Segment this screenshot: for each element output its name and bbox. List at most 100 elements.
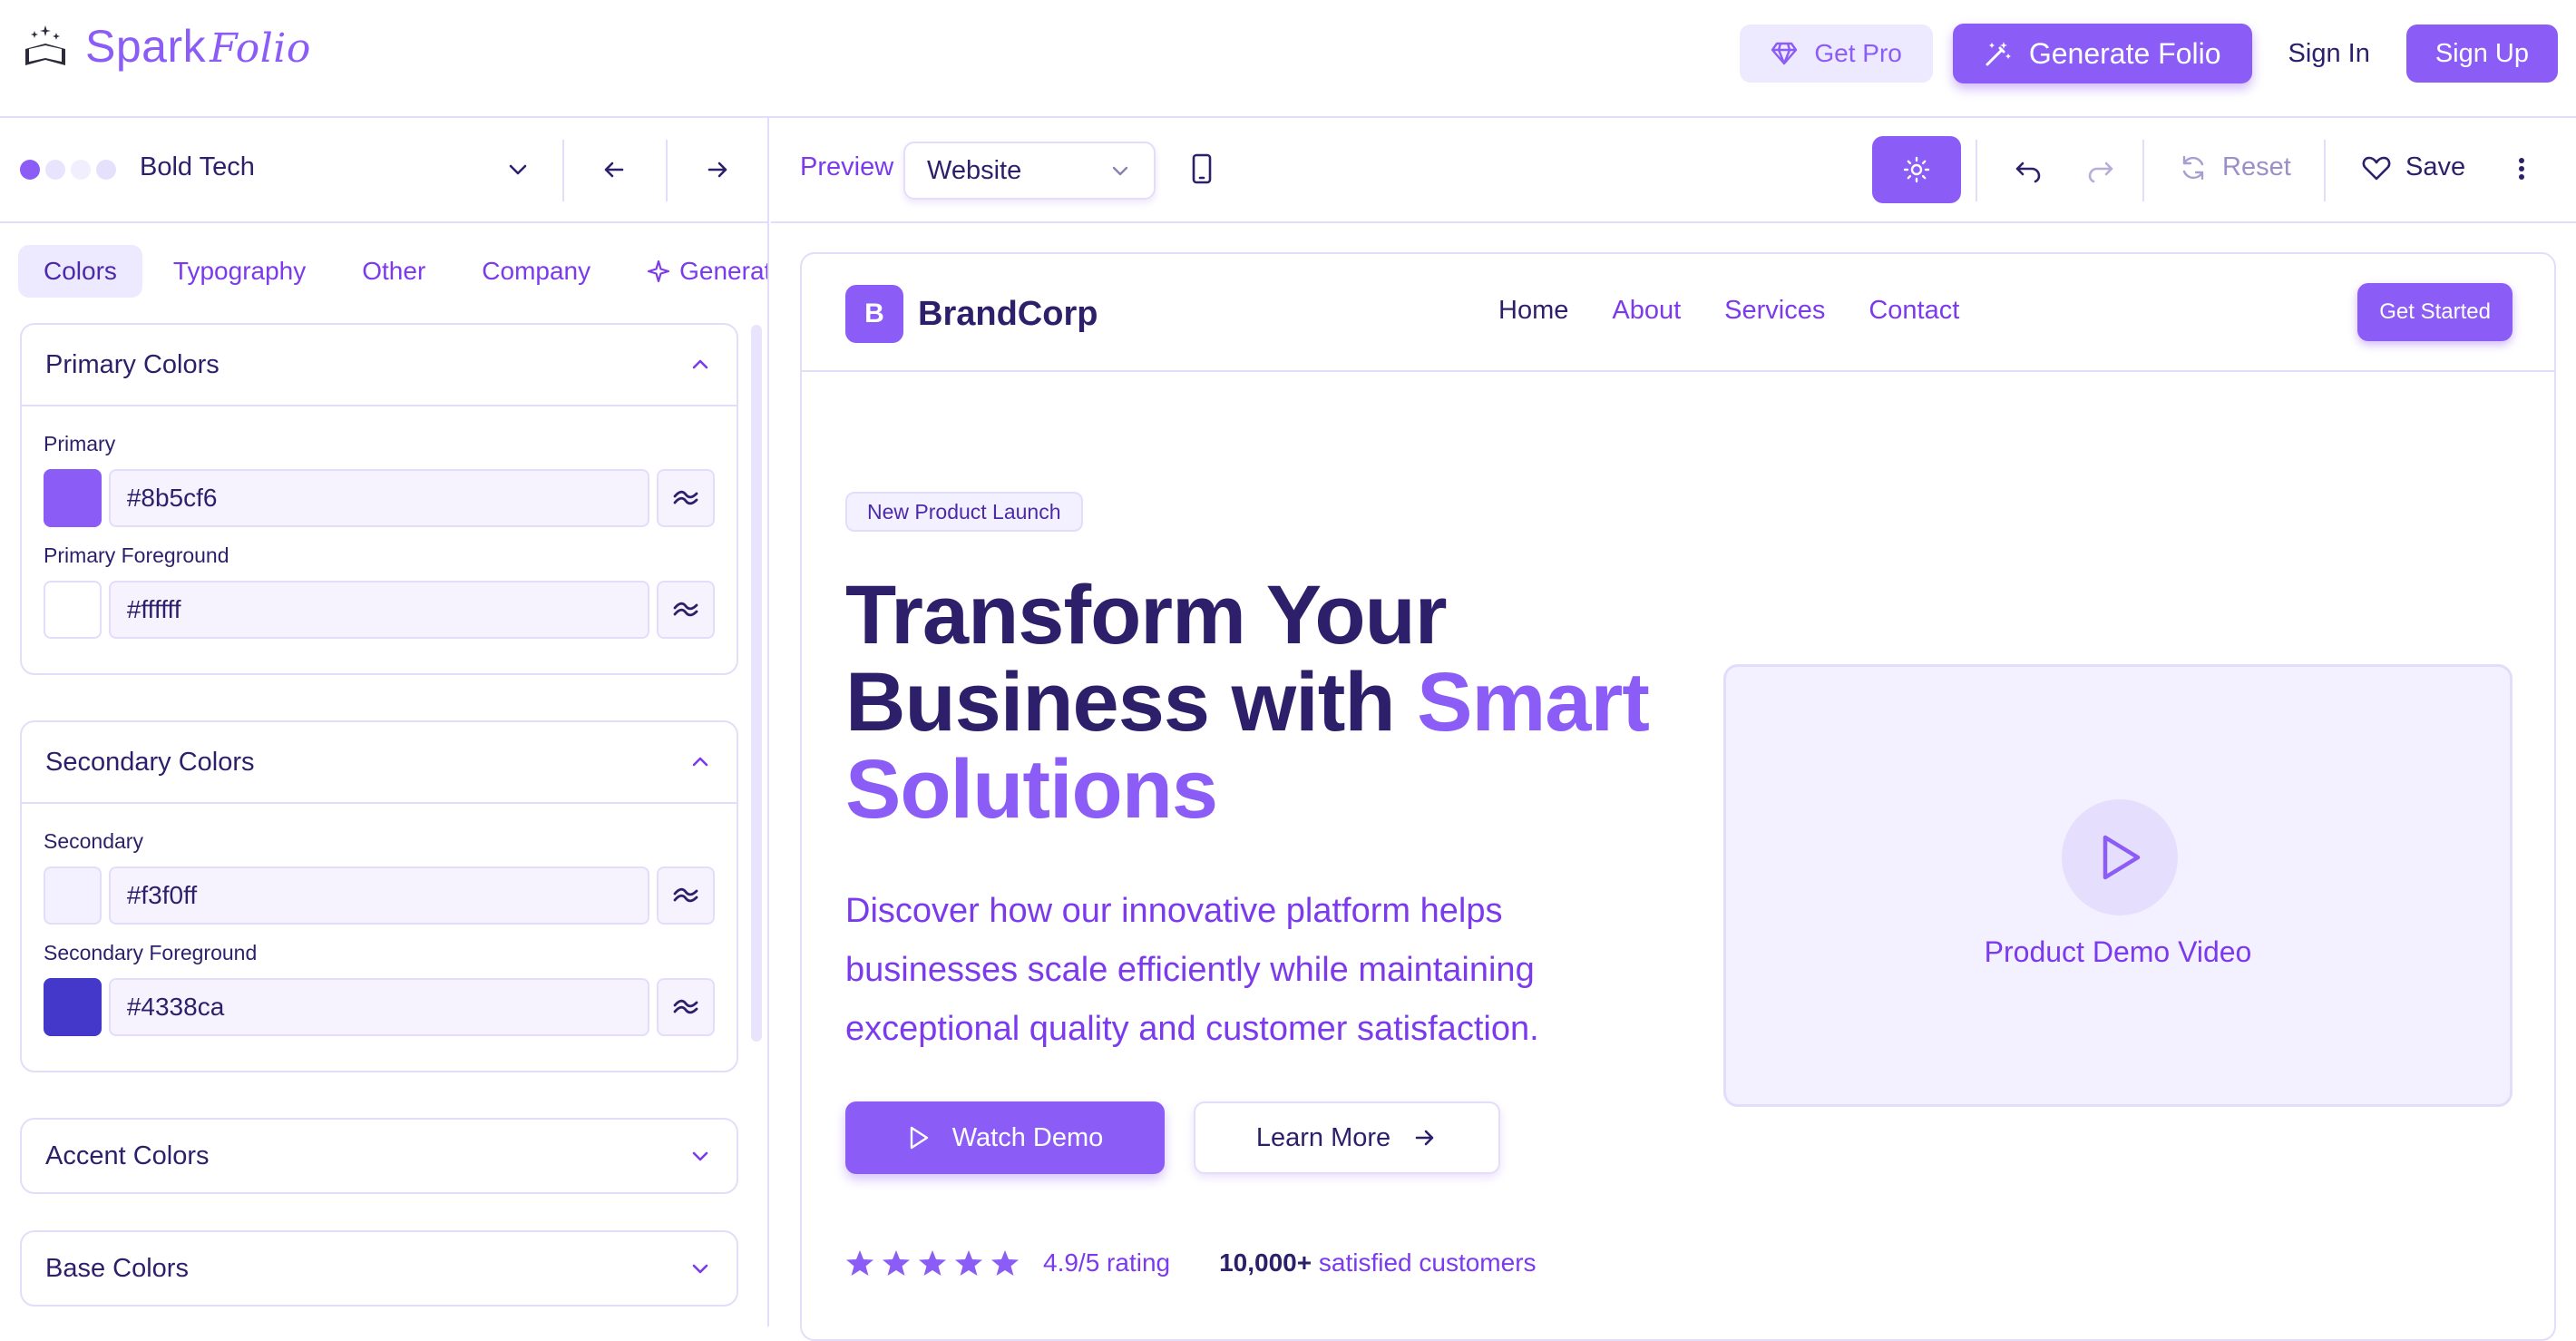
diamond-icon (1771, 41, 1798, 66)
theme-toggle-button[interactable] (1872, 136, 1961, 203)
get-pro-button[interactable]: Get Pro (1740, 24, 1933, 83)
field-label: Secondary (44, 829, 143, 853)
site-nav-links: Home About Services Contact (1498, 296, 1959, 326)
secondary-foreground-hex-input[interactable]: #4338ca (108, 978, 650, 1036)
theme-dot (20, 160, 40, 180)
accent-colors-section[interactable]: Accent Colors (20, 1118, 738, 1194)
top-bar: SparkFolio Get Pro Generate Folio Sign I… (0, 0, 2576, 118)
nav-link-services[interactable]: Services (1724, 296, 1825, 326)
base-colors-section[interactable]: Base Colors (20, 1230, 738, 1307)
secondary-hex-input[interactable]: #f3f0ff (108, 866, 650, 925)
theme-selector-row: Bold Tech (0, 118, 767, 223)
learn-more-label: Learn More (1255, 1122, 1391, 1152)
play-icon (2096, 832, 2143, 883)
save-label: Save (2405, 152, 2466, 181)
arrow-right-icon[interactable] (704, 156, 731, 183)
generate-folio-label: Generate Folio (2028, 36, 2221, 70)
logo[interactable]: SparkFolio (22, 20, 311, 73)
star-icon (990, 1248, 1020, 1277)
secondary-colors-header[interactable]: Secondary Colors (22, 722, 737, 802)
divider (562, 140, 564, 201)
product-launch-badge: New Product Launch (845, 492, 1083, 532)
chevron-down-icon (1108, 159, 1132, 182)
magic-wand-icon (1984, 39, 2013, 68)
tailwind-icon[interactable] (657, 469, 715, 527)
brand-name: BrandCorp (918, 294, 1098, 333)
star-icon (845, 1248, 874, 1277)
secondary-colors-section: Secondary Colors Secondary #f3f0ff Secon… (20, 720, 738, 1072)
divider (2324, 140, 2326, 201)
primary-colors-header[interactable]: Primary Colors (22, 325, 737, 405)
star-icon (882, 1248, 911, 1277)
learn-more-button[interactable]: Learn More (1194, 1101, 1500, 1174)
section-title: Base Colors (45, 1253, 189, 1283)
reset-button[interactable]: Reset (2179, 152, 2291, 182)
arrow-left-icon[interactable] (600, 156, 628, 183)
chevron-down-icon (688, 1256, 713, 1281)
primary-hex-input[interactable]: #8b5cf6 (108, 469, 650, 527)
rating-text: 4.9/5 rating (1043, 1248, 1171, 1277)
tab-colors[interactable]: Colors (18, 245, 142, 298)
more-vertical-icon[interactable] (2516, 154, 2527, 183)
watch-demo-button[interactable]: Watch Demo (845, 1101, 1165, 1174)
get-pro-label: Get Pro (1814, 39, 1902, 67)
preview-mode-select[interactable]: Website (903, 142, 1156, 200)
star-icon (954, 1248, 983, 1277)
section-title: Accent Colors (45, 1140, 210, 1170)
color-swatch-primary-foreground[interactable] (44, 581, 102, 639)
watch-demo-label: Watch Demo (951, 1122, 1104, 1152)
theme-dot (96, 160, 116, 180)
video-label: Product Demo Video (1984, 935, 2252, 968)
color-swatch-secondary-foreground[interactable] (44, 978, 102, 1036)
star-icon (918, 1248, 947, 1277)
preview-toolbar: Preview Website Reset Save (771, 118, 2576, 223)
theme-editor-panel: Bold Tech Colors Typography Other Compan… (0, 118, 769, 1326)
tab-generate[interactable]: Generate (621, 245, 767, 298)
primary-foreground-hex-input[interactable]: #ffffff (108, 581, 650, 639)
customers-text: 10,000+ satisfied customers (1219, 1248, 1537, 1277)
website-preview: B BrandCorp Home About Services Contact … (800, 252, 2556, 1341)
sign-in-button[interactable]: Sign In (2272, 39, 2386, 69)
hero-headline: Transform Your Business with Smart Solut… (845, 569, 1650, 836)
field-label: Primary Foreground (44, 543, 229, 567)
undo-icon[interactable] (2014, 156, 2043, 185)
site-navbar: B BrandCorp Home About Services Contact … (802, 254, 2554, 372)
site-brand[interactable]: B BrandCorp (845, 285, 1098, 343)
section-title: Primary Colors (45, 349, 220, 379)
get-started-button[interactable]: Get Started (2357, 283, 2513, 341)
divider (2142, 140, 2144, 201)
primary-colors-section: Primary Colors Primary #8b5cf6 Primary F… (20, 323, 738, 675)
brand-mark: B (845, 285, 903, 343)
redo-icon[interactable] (2086, 156, 2115, 185)
field-label: Secondary Foreground (44, 941, 258, 964)
preview-label: Preview (800, 152, 894, 181)
theme-dot (71, 160, 91, 180)
tab-typography[interactable]: Typography (148, 245, 331, 298)
tailwind-icon[interactable] (657, 866, 715, 925)
scrollbar[interactable] (751, 325, 762, 1042)
mobile-icon[interactable] (1190, 152, 1214, 185)
sign-up-button[interactable]: Sign Up (2405, 24, 2558, 83)
chevron-up-icon (688, 749, 713, 775)
nav-link-about[interactable]: About (1612, 296, 1681, 326)
tab-company[interactable]: Company (456, 245, 616, 298)
chevron-up-icon (688, 352, 713, 377)
preview-mode-value: Website (927, 155, 1022, 185)
color-swatch-primary[interactable] (44, 469, 102, 527)
tab-other[interactable]: Other (337, 245, 451, 298)
play-button[interactable] (2062, 799, 2178, 915)
theme-dot (45, 160, 65, 180)
tailwind-icon[interactable] (657, 978, 715, 1036)
play-icon (907, 1125, 931, 1150)
sun-icon (1902, 155, 1931, 184)
color-swatch-secondary[interactable] (44, 866, 102, 925)
nav-link-contact[interactable]: Contact (1869, 296, 1959, 326)
save-button[interactable]: Save (2362, 152, 2465, 182)
tailwind-icon[interactable] (657, 581, 715, 639)
demo-video-placeholder[interactable]: Product Demo Video (1723, 664, 2513, 1107)
theme-name[interactable]: Bold Tech (140, 152, 255, 182)
generate-folio-button[interactable]: Generate Folio (1952, 24, 2252, 83)
field-label: Primary (44, 432, 116, 455)
nav-link-home[interactable]: Home (1498, 296, 1568, 326)
chevron-down-icon[interactable] (504, 156, 532, 183)
